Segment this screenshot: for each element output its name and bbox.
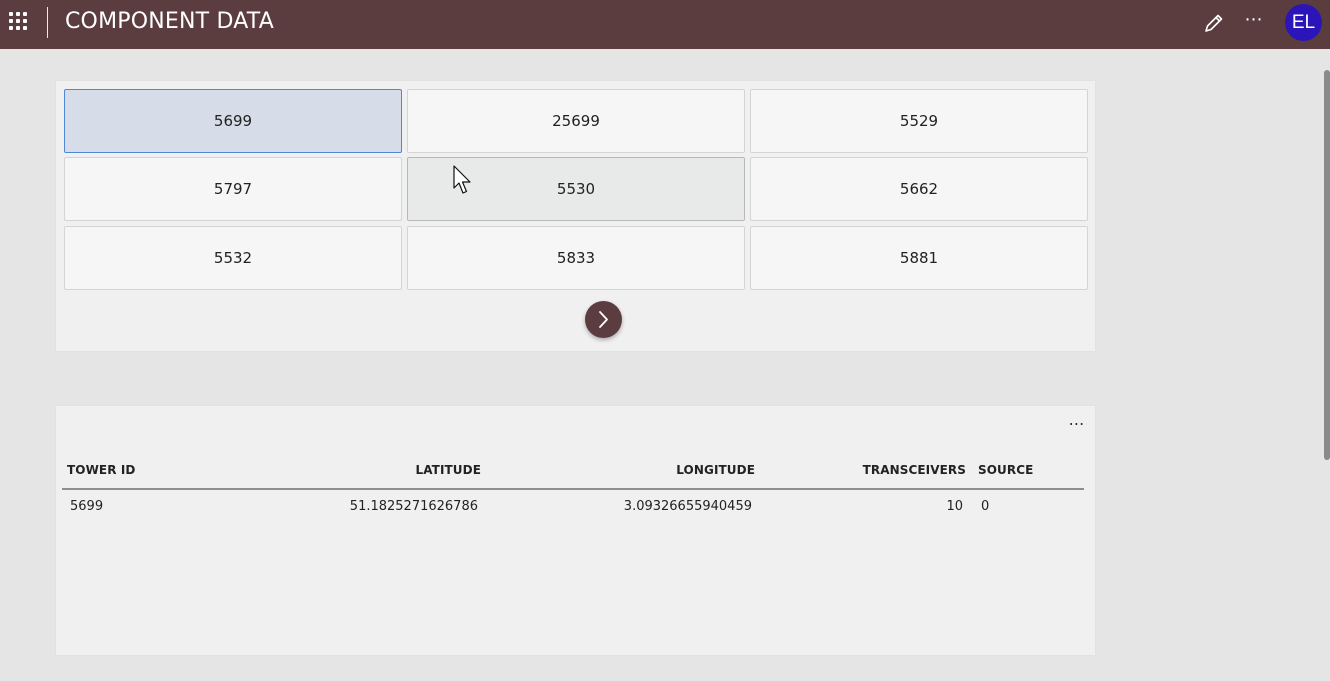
tower-data-table: ⋯ TOWER ID LATITUDE LONGITUDE TRANSCEIVE…: [55, 405, 1096, 656]
column-header-longitude[interactable]: LONGITUDE: [655, 463, 755, 477]
app-title: COMPONENT DATA: [65, 9, 274, 34]
app-header: COMPONENT DATA ⋯ EL: [0, 0, 1330, 49]
cell-transceivers[interactable]: 10: [864, 499, 963, 514]
gallery-tile[interactable]: 25699: [407, 89, 745, 153]
gallery-tile[interactable]: 5833: [407, 226, 745, 290]
more-options-icon[interactable]: ⋯: [1242, 9, 1266, 33]
cell-latitude[interactable]: 51.1825271626786: [278, 499, 478, 514]
header-divider: [47, 7, 48, 38]
column-header-latitude[interactable]: LATITUDE: [381, 463, 481, 477]
column-header-transceivers[interactable]: TRANSCEIVERS: [856, 463, 966, 477]
app-launcher-icon[interactable]: [9, 12, 29, 32]
edit-pencil-icon[interactable]: [1203, 12, 1225, 34]
chevron-right-icon: [599, 311, 608, 328]
cell-tower-id[interactable]: 5699: [70, 499, 103, 514]
column-header-source[interactable]: SOURCE: [978, 463, 1033, 477]
cell-source[interactable]: 0: [981, 499, 989, 514]
cell-longitude[interactable]: 3.09326655940459: [552, 499, 752, 514]
table-more-options-icon[interactable]: ⋯: [1064, 414, 1090, 434]
page-scrollbar[interactable]: [1324, 70, 1330, 460]
mouse-cursor-icon: [453, 165, 471, 194]
column-header-tower-id[interactable]: TOWER ID: [67, 463, 135, 477]
gallery-tile[interactable]: 5532: [64, 226, 402, 290]
gallery-tile[interactable]: 5662: [750, 157, 1088, 221]
gallery-tile[interactable]: 5699: [64, 89, 402, 153]
user-avatar[interactable]: EL: [1285, 4, 1322, 41]
gallery-tile[interactable]: 5881: [750, 226, 1088, 290]
next-page-button[interactable]: [585, 301, 622, 338]
tower-gallery: 5699 25699 5529 5797 5530 5662 5532 5833…: [55, 80, 1096, 352]
gallery-tile[interactable]: 5797: [64, 157, 402, 221]
gallery-tile[interactable]: 5529: [750, 89, 1088, 153]
table-header-divider: [62, 488, 1084, 490]
